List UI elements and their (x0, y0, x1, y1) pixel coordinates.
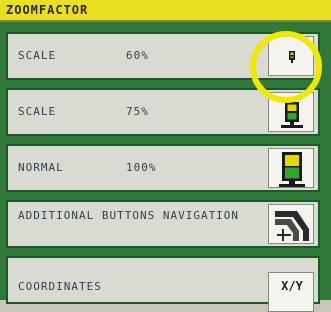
navigation-icon (275, 211, 309, 241)
navigation-button[interactable] (268, 204, 314, 244)
highlight-ring (250, 31, 322, 103)
normal-100-button[interactable] (268, 148, 314, 188)
row-label: SCALE (18, 105, 57, 118)
row-value: 75% (126, 105, 149, 118)
coordinates-button[interactable]: X/Y (268, 272, 314, 312)
row-value: 60% (126, 49, 149, 62)
row-label: ADDITIONAL BUTTONS NAVIGATION (18, 209, 240, 222)
traffic-light-large-icon (279, 152, 305, 187)
title-bar: ZOOMFACTOR (0, 0, 331, 22)
row-label: SCALE (18, 49, 57, 62)
zoom-row-normal-100: NORMAL 100% (6, 144, 320, 192)
zoom-row-coordinates: COORDINATES X/Y (6, 256, 320, 312)
xy-button-label: X/Y (281, 279, 303, 293)
zoom-row-navigation: ADDITIONAL BUTTONS NAVIGATION (6, 200, 320, 248)
zoomfactor-window: ZOOMFACTOR SCALE 60% SCALE 75% NORMAL 10… (0, 0, 331, 312)
row-label: COORDINATES (18, 280, 102, 293)
window-title: ZOOMFACTOR (6, 3, 89, 17)
row-value: 100% (126, 161, 157, 174)
row-label: NORMAL (18, 161, 64, 174)
